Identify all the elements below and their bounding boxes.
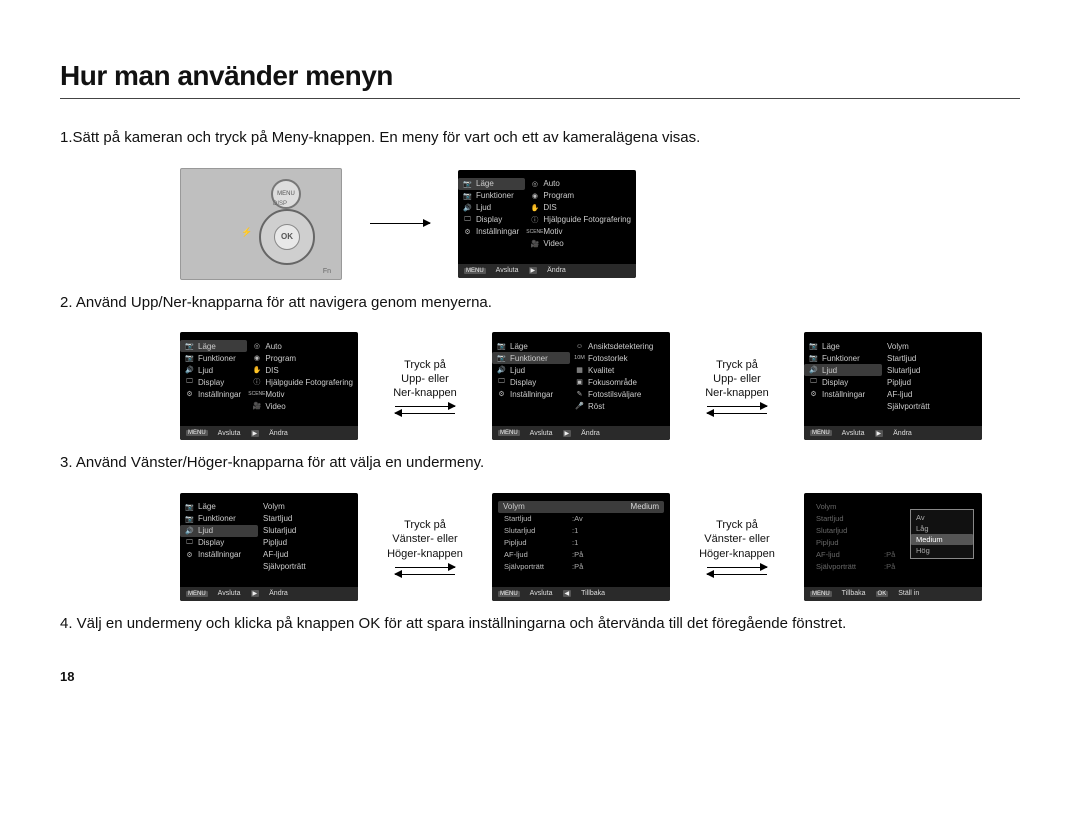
- screen-2a: 📷Läge 📷Funktioner 🔊Ljud 🖵Display ⚙Instäl…: [180, 332, 358, 440]
- ok-button-icon: OK: [274, 224, 300, 250]
- menu-item-display: 🖵Display: [458, 214, 525, 226]
- step-3-figure: 📷Läge 📷Funktioner 🔊Ljud 🖵Display ⚙Instäl…: [180, 493, 1020, 601]
- arrow-updown-1: Tryck på Upp- eller Ner-knappen: [370, 358, 480, 415]
- step-2-figure: 📷Läge 📷Funktioner 🔊Ljud 🖵Display ⚙Instäl…: [180, 332, 1020, 440]
- screen-3b: Volym Medium Startljud:Av Slutarljud:1 P…: [492, 493, 670, 601]
- step-1-figure: MENU DISP ⚡ OK Fn 📷Läge 📷Funktioner 🔊Lju…: [180, 168, 1020, 280]
- arrow-leftright-2: Tryck på Vänster- eller Höger-knappen: [682, 518, 792, 575]
- title-rule: [60, 98, 1020, 99]
- disp-label: DISP: [273, 201, 287, 207]
- step-1-text: 1.Sätt på kameran och tryck på Meny-knap…: [60, 127, 1020, 150]
- screen-lage: 📷Läge 📷Funktioner 🔊Ljud 🖵Display ⚙Instäl…: [458, 170, 636, 278]
- mode-program: ◉Program: [525, 190, 636, 202]
- page-number: 18: [60, 669, 1020, 684]
- screen-3a: 📷Läge 📷Funktioner 🔊Ljud 🖵Display ⚙Instäl…: [180, 493, 358, 601]
- flash-icon: ⚡: [241, 227, 252, 238]
- arrow-updown-2: Tryck på Upp- eller Ner-knappen: [682, 358, 792, 415]
- arrow-leftright-1: Tryck på Vänster- eller Höger-knappen: [370, 518, 480, 575]
- camera-back-illustration: MENU DISP ⚡ OK Fn: [180, 168, 342, 280]
- step-2-text: 2. Använd Upp/Ner-knapparna för att navi…: [60, 292, 1020, 315]
- mode-dis: ✋DIS: [525, 202, 636, 214]
- screen-2b: 📷Läge 📷Funktioner 🔊Ljud 🖵Display ⚙Instäl…: [492, 332, 670, 440]
- mode-auto: ◎Auto: [525, 178, 636, 190]
- screen-foot: MENUAvsluta ▶Ändra: [458, 264, 636, 278]
- screen-3c: Volym Startljud Slutarljud Pipljud AF-lj…: [804, 493, 982, 601]
- menu-item-installningar: ⚙Inställningar: [458, 226, 525, 238]
- step-4-text: 4. Välj en undermeny och klicka på knapp…: [60, 613, 1020, 636]
- step-3-text: 3. Använd Vänster/Höger-knapparna för at…: [60, 452, 1020, 475]
- menu-item-lage: 📷Läge: [458, 178, 525, 190]
- fn-label: Fn: [323, 268, 331, 275]
- mode-guide: ⓘHjälpguide Fotografering: [525, 214, 636, 226]
- mode-video: 🎥Video: [525, 238, 636, 250]
- mode-motiv: SCENEMotiv: [525, 226, 636, 238]
- page-title: Hur man använder menyn: [60, 60, 1020, 92]
- menu-item-funktioner: 📷Funktioner: [458, 190, 525, 202]
- volym-popup: Av Låg Medium Hög: [910, 509, 974, 559]
- arrow-right-icon: [370, 223, 430, 224]
- dpad-icon: OK: [259, 209, 315, 265]
- menu-item-ljud: 🔊Ljud: [458, 202, 525, 214]
- screen-2c: 📷Läge 📷Funktioner 🔊Ljud 🖵Display ⚙Instäl…: [804, 332, 982, 440]
